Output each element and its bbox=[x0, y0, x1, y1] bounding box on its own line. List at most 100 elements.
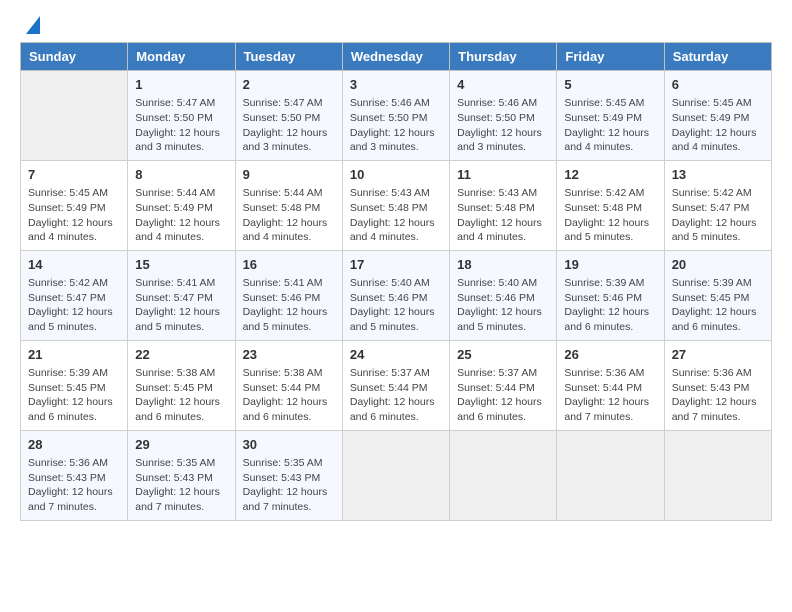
day-info: Sunrise: 5:43 AM Sunset: 5:48 PM Dayligh… bbox=[350, 186, 442, 245]
day-info: Sunrise: 5:42 AM Sunset: 5:47 PM Dayligh… bbox=[28, 276, 120, 335]
day-info: Sunrise: 5:36 AM Sunset: 5:44 PM Dayligh… bbox=[564, 366, 656, 425]
calendar-cell: 17 Sunrise: 5:40 AM Sunset: 5:46 PM Dayli… bbox=[342, 250, 449, 340]
weekday-header-tuesday: Tuesday bbox=[235, 43, 342, 71]
calendar-cell: 19 Sunrise: 5:39 AM Sunset: 5:46 PM Dayli… bbox=[557, 250, 664, 340]
calendar-cell: 15 Sunrise: 5:41 AM Sunset: 5:47 PM Dayli… bbox=[128, 250, 235, 340]
day-info: Sunrise: 5:46 AM Sunset: 5:50 PM Dayligh… bbox=[350, 96, 442, 155]
calendar-cell: 7 Sunrise: 5:45 AM Sunset: 5:49 PM Daylig… bbox=[21, 160, 128, 250]
day-number: 27 bbox=[672, 346, 764, 364]
day-info: Sunrise: 5:41 AM Sunset: 5:46 PM Dayligh… bbox=[243, 276, 335, 335]
day-info: Sunrise: 5:39 AM Sunset: 5:46 PM Dayligh… bbox=[564, 276, 656, 335]
day-number: 7 bbox=[28, 166, 120, 184]
calendar-cell: 24Sunrise: 5:37 AM Sunset: 5:44 PM Dayli… bbox=[342, 340, 449, 430]
weekday-header-row: SundayMondayTuesdayWednesdayThursdayFrid… bbox=[21, 43, 772, 71]
calendar-cell: 11 Sunrise: 5:43 AM Sunset: 5:48 PM Dayli… bbox=[450, 160, 557, 250]
day-number: 5 bbox=[564, 76, 656, 94]
calendar-cell bbox=[557, 430, 664, 520]
day-info: Sunrise: 5:36 AM Sunset: 5:43 PM Dayligh… bbox=[672, 366, 764, 425]
calendar-cell: 6 Sunrise: 5:45 AM Sunset: 5:49 PM Daylig… bbox=[664, 71, 771, 161]
day-info: Sunrise: 5:41 AM Sunset: 5:47 PM Dayligh… bbox=[135, 276, 227, 335]
calendar-cell: 9 Sunrise: 5:44 AM Sunset: 5:48 PM Daylig… bbox=[235, 160, 342, 250]
weekday-header-wednesday: Wednesday bbox=[342, 43, 449, 71]
day-info: Sunrise: 5:44 AM Sunset: 5:48 PM Dayligh… bbox=[243, 186, 335, 245]
calendar-cell: 26 Sunrise: 5:36 AM Sunset: 5:44 PM Dayli… bbox=[557, 340, 664, 430]
day-number: 13 bbox=[672, 166, 764, 184]
day-info: Sunrise: 5:35 AM Sunset: 5:43 PM Dayligh… bbox=[135, 456, 227, 515]
day-number: 26 bbox=[564, 346, 656, 364]
calendar-cell bbox=[450, 430, 557, 520]
day-number: 8 bbox=[135, 166, 227, 184]
day-number: 2 bbox=[243, 76, 335, 94]
calendar-table: SundayMondayTuesdayWednesdayThursdayFrid… bbox=[20, 42, 772, 521]
day-number: 19 bbox=[564, 256, 656, 274]
day-info: Sunrise: 5:39 AM Sunset: 5:45 PM Dayligh… bbox=[672, 276, 764, 335]
calendar-cell: 22 Sunrise: 5:38 AM Sunset: 5:45 PM Dayli… bbox=[128, 340, 235, 430]
day-info: Sunrise: 5:45 AM Sunset: 5:49 PM Dayligh… bbox=[564, 96, 656, 155]
day-info: Sunrise: 5:42 AM Sunset: 5:47 PM Dayligh… bbox=[672, 186, 764, 245]
calendar-cell: 21 Sunrise: 5:39 AM Sunset: 5:45 PM Dayli… bbox=[21, 340, 128, 430]
calendar-week-row: 28 Sunrise: 5:36 AM Sunset: 5:43 PM Dayli… bbox=[21, 430, 772, 520]
day-info: Sunrise: 5:47 AM Sunset: 5:50 PM Dayligh… bbox=[135, 96, 227, 155]
day-info: Sunrise: 5:45 AM Sunset: 5:49 PM Dayligh… bbox=[28, 186, 120, 245]
day-number: 9 bbox=[243, 166, 335, 184]
calendar-week-row: 1 Sunrise: 5:47 AM Sunset: 5:50 PM Daylig… bbox=[21, 71, 772, 161]
day-number: 30 bbox=[243, 436, 335, 454]
day-info: Sunrise: 5:38 AM Sunset: 5:45 PM Dayligh… bbox=[135, 366, 227, 425]
calendar-cell: 13 Sunrise: 5:42 AM Sunset: 5:47 PM Dayli… bbox=[664, 160, 771, 250]
day-number: 10 bbox=[350, 166, 442, 184]
calendar-cell: 25Sunrise: 5:37 AM Sunset: 5:44 PM Dayli… bbox=[450, 340, 557, 430]
calendar-cell: 1 Sunrise: 5:47 AM Sunset: 5:50 PM Daylig… bbox=[128, 71, 235, 161]
day-number: 17 bbox=[350, 256, 442, 274]
calendar-cell: 3Sunrise: 5:46 AM Sunset: 5:50 PM Daylig… bbox=[342, 71, 449, 161]
day-info: Sunrise: 5:40 AM Sunset: 5:46 PM Dayligh… bbox=[350, 276, 442, 335]
day-number: 4 bbox=[457, 76, 549, 94]
day-info: Sunrise: 5:39 AM Sunset: 5:45 PM Dayligh… bbox=[28, 366, 120, 425]
day-info: Sunrise: 5:44 AM Sunset: 5:49 PM Dayligh… bbox=[135, 186, 227, 245]
day-number: 29 bbox=[135, 436, 227, 454]
day-number: 28 bbox=[28, 436, 120, 454]
day-number: 11 bbox=[457, 166, 549, 184]
day-number: 22 bbox=[135, 346, 227, 364]
day-info: Sunrise: 5:43 AM Sunset: 5:48 PM Dayligh… bbox=[457, 186, 549, 245]
calendar-cell: 29 Sunrise: 5:35 AM Sunset: 5:43 PM Dayli… bbox=[128, 430, 235, 520]
calendar-cell: 8 Sunrise: 5:44 AM Sunset: 5:49 PM Daylig… bbox=[128, 160, 235, 250]
day-number: 16 bbox=[243, 256, 335, 274]
calendar-cell: 27 Sunrise: 5:36 AM Sunset: 5:43 PM Dayli… bbox=[664, 340, 771, 430]
calendar-cell: 12 Sunrise: 5:42 AM Sunset: 5:48 PM Dayli… bbox=[557, 160, 664, 250]
day-info: Sunrise: 5:46 AM Sunset: 5:50 PM Dayligh… bbox=[457, 96, 549, 155]
calendar-cell bbox=[21, 71, 128, 161]
calendar-week-row: 21 Sunrise: 5:39 AM Sunset: 5:45 PM Dayli… bbox=[21, 340, 772, 430]
day-number: 20 bbox=[672, 256, 764, 274]
weekday-header-thursday: Thursday bbox=[450, 43, 557, 71]
day-number: 21 bbox=[28, 346, 120, 364]
day-info: Sunrise: 5:38 AM Sunset: 5:44 PM Dayligh… bbox=[243, 366, 335, 425]
day-info: Sunrise: 5:36 AM Sunset: 5:43 PM Dayligh… bbox=[28, 456, 120, 515]
logo bbox=[20, 20, 40, 32]
weekday-header-monday: Monday bbox=[128, 43, 235, 71]
calendar-cell: 28 Sunrise: 5:36 AM Sunset: 5:43 PM Dayli… bbox=[21, 430, 128, 520]
day-info: Sunrise: 5:42 AM Sunset: 5:48 PM Dayligh… bbox=[564, 186, 656, 245]
day-number: 23 bbox=[243, 346, 335, 364]
day-number: 25 bbox=[457, 346, 549, 364]
logo-triangle-icon bbox=[22, 16, 40, 34]
calendar-cell: 4 Sunrise: 5:46 AM Sunset: 5:50 PM Daylig… bbox=[450, 71, 557, 161]
weekday-header-sunday: Sunday bbox=[21, 43, 128, 71]
day-info: Sunrise: 5:45 AM Sunset: 5:49 PM Dayligh… bbox=[672, 96, 764, 155]
day-info: Sunrise: 5:35 AM Sunset: 5:43 PM Dayligh… bbox=[243, 456, 335, 515]
day-number: 12 bbox=[564, 166, 656, 184]
calendar-cell: 18Sunrise: 5:40 AM Sunset: 5:46 PM Dayli… bbox=[450, 250, 557, 340]
calendar-cell: 14Sunrise: 5:42 AM Sunset: 5:47 PM Dayli… bbox=[21, 250, 128, 340]
day-number: 6 bbox=[672, 76, 764, 94]
weekday-header-saturday: Saturday bbox=[664, 43, 771, 71]
calendar-cell bbox=[664, 430, 771, 520]
day-number: 15 bbox=[135, 256, 227, 274]
calendar-week-row: 7 Sunrise: 5:45 AM Sunset: 5:49 PM Daylig… bbox=[21, 160, 772, 250]
day-number: 18 bbox=[457, 256, 549, 274]
calendar-week-row: 14Sunrise: 5:42 AM Sunset: 5:47 PM Dayli… bbox=[21, 250, 772, 340]
calendar-cell: 23 Sunrise: 5:38 AM Sunset: 5:44 PM Dayli… bbox=[235, 340, 342, 430]
day-info: Sunrise: 5:37 AM Sunset: 5:44 PM Dayligh… bbox=[350, 366, 442, 425]
day-info: Sunrise: 5:47 AM Sunset: 5:50 PM Dayligh… bbox=[243, 96, 335, 155]
calendar-cell: 10 Sunrise: 5:43 AM Sunset: 5:48 PM Dayli… bbox=[342, 160, 449, 250]
page-header bbox=[20, 20, 772, 32]
day-number: 1 bbox=[135, 76, 227, 94]
